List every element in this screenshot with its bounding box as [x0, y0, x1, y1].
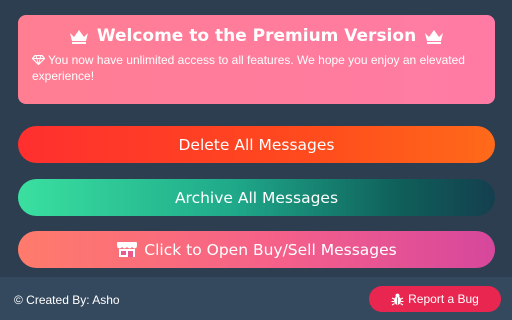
banner-title: Welcome to the Premium Version [96, 26, 417, 46]
banner-title-row: Welcome to the Premium Version [32, 25, 481, 47]
credit-text: © Created By: Asho [14, 293, 120, 307]
crown-icon [69, 29, 88, 44]
store-icon [117, 242, 138, 257]
bug-icon [391, 293, 404, 305]
banner-message-row: You now have unlimited access to all fea… [32, 52, 481, 84]
premium-banner: Welcome to the Premium Version You now h… [18, 15, 495, 104]
gem-icon [32, 55, 45, 65]
open-buy-sell-messages-label: Click to Open Buy/Sell Messages [144, 240, 397, 259]
banner-message: You now have unlimited access to all fea… [32, 53, 465, 83]
delete-all-messages-label: Delete All Messages [178, 135, 335, 154]
open-buy-sell-messages-button[interactable]: Click to Open Buy/Sell Messages [18, 231, 495, 268]
archive-all-messages-button[interactable]: Archive All Messages [18, 179, 495, 216]
delete-all-messages-button[interactable]: Delete All Messages [18, 126, 495, 163]
archive-all-messages-label: Archive All Messages [174, 188, 339, 207]
report-bug-label: Report a Bug [408, 292, 479, 306]
report-bug-button[interactable]: Report a Bug [369, 286, 501, 312]
crown-icon [425, 29, 444, 44]
footer: © Created By: Asho Report a Bug [0, 277, 512, 320]
